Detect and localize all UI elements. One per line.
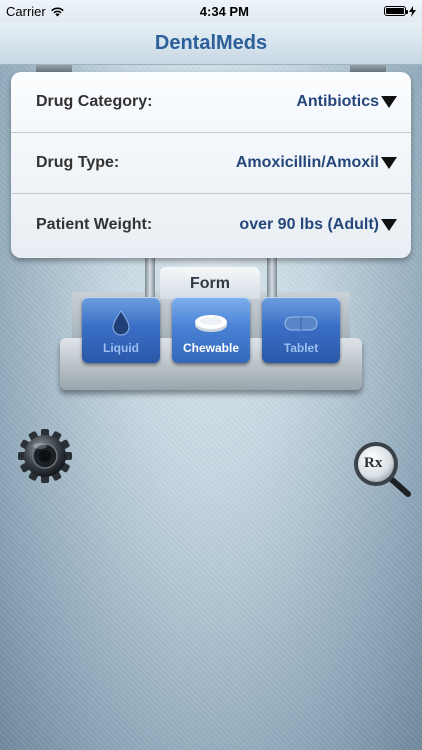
form-chewable-button[interactable]: Chewable (172, 297, 250, 363)
form-liquid-label: Liquid (103, 341, 139, 355)
patient-weight-select[interactable]: over 90 lbs (Adult) (239, 216, 397, 234)
form-chewable-label: Chewable (182, 341, 239, 355)
patient-weight-label: Patient Weight: (36, 215, 153, 233)
rx-magnifier-button[interactable]: Rx (350, 438, 414, 502)
dropdown-arrow-icon (381, 218, 397, 231)
patient-weight-value: over 90 lbs (Adult) (239, 215, 379, 233)
status-right (384, 5, 416, 17)
rx-label: Rx (364, 455, 383, 471)
tablet-pill-icon (283, 309, 319, 337)
form-tab-label: Form (160, 267, 260, 299)
gear-icon (18, 429, 72, 483)
dropdown-arrow-icon (381, 157, 397, 169)
battery-icon (384, 6, 408, 16)
status-time: 4:34 PM (199, 3, 249, 19)
drug-type-value: Amoxicillin/Amoxil (235, 154, 379, 171)
drug-type-label: Drug Type: (36, 154, 120, 171)
settings-card: Drug Category: Antibiotics Drug Type: Am… (11, 72, 411, 258)
settings-gear-button[interactable] (17, 428, 73, 484)
drug-category-select[interactable]: Antibiotics (296, 93, 397, 111)
app-title: DentalMeds (154, 31, 268, 54)
drug-category-value: Antibiotics (296, 93, 379, 110)
droplet-icon (111, 309, 131, 337)
drug-type-row[interactable]: Drug Type: Amoxicillin/Amoxil (11, 133, 411, 194)
status-left: Carrier (6, 4, 65, 19)
form-tablet-button[interactable]: Tablet (262, 297, 340, 363)
support-post-right (267, 258, 277, 300)
chewable-pill-icon (193, 309, 229, 337)
carrier-label: Carrier (6, 3, 46, 19)
form-tablet-label: Tablet (283, 341, 319, 355)
support-post-left (145, 258, 155, 300)
navigation-bar: DentalMeds (0, 22, 422, 65)
drug-category-label: Drug Category: (36, 93, 153, 110)
form-liquid-button[interactable]: Liquid (82, 297, 160, 363)
charging-bolt-icon (409, 5, 416, 17)
wifi-icon (50, 6, 64, 16)
drug-type-select[interactable]: Amoxicillin/Amoxil (236, 154, 397, 172)
dropdown-arrow-icon (381, 96, 397, 108)
patient-weight-row[interactable]: Patient Weight: over 90 lbs (Adult) (11, 194, 411, 255)
drug-category-row[interactable]: Drug Category: Antibiotics (11, 72, 411, 133)
status-bar: Carrier 4:34 PM (0, 0, 422, 22)
